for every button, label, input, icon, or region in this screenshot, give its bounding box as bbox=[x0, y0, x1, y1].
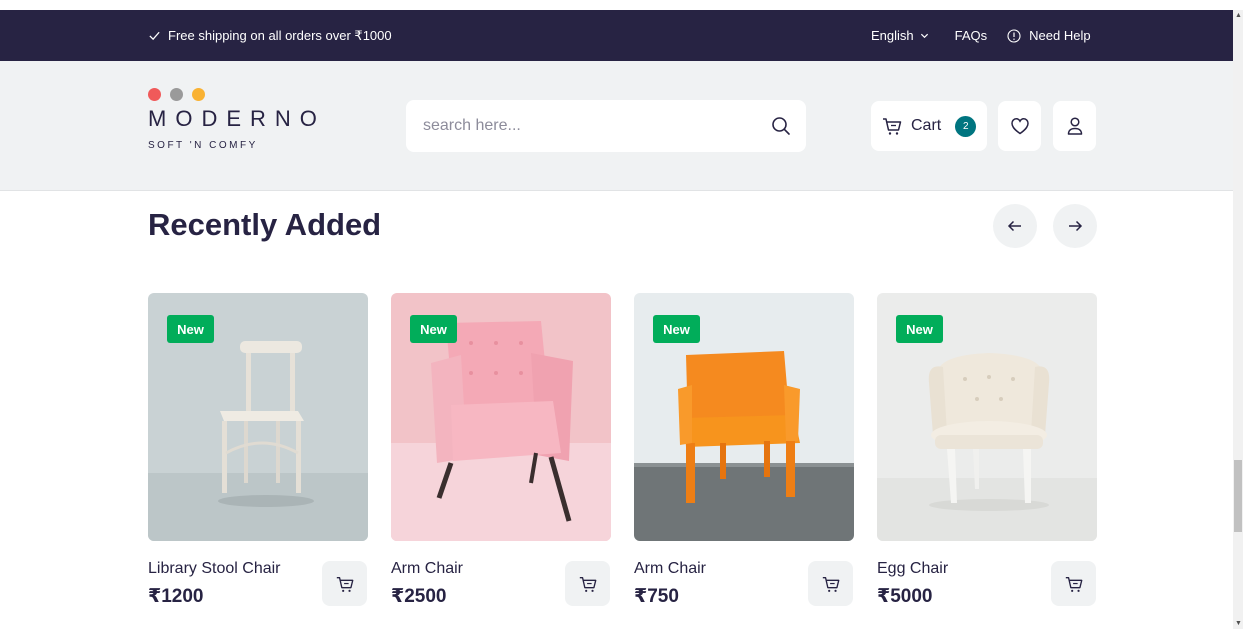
page-scrollbar[interactable]: ▲ ▼ bbox=[1233, 10, 1243, 629]
faqs-link[interactable]: FAQs bbox=[955, 28, 988, 43]
product-image[interactable]: New bbox=[877, 293, 1097, 541]
need-help-link[interactable]: Need Help bbox=[1007, 28, 1091, 43]
cart-icon bbox=[1065, 576, 1082, 592]
logo-dot-yellow bbox=[192, 88, 205, 101]
site-header: MODERNO SOFT 'N COMFY Cart 2 bbox=[0, 61, 1233, 191]
product-card[interactable]: New Arm Chair ₹750 bbox=[634, 293, 854, 607]
product-name[interactable]: Arm Chair bbox=[391, 560, 463, 578]
chevron-down-icon bbox=[920, 33, 928, 39]
scroll-up-arrow-icon[interactable]: ▲ bbox=[1235, 12, 1242, 19]
product-card[interactable]: New Library Stool Chair ₹1200 bbox=[148, 293, 368, 607]
product-image[interactable]: New bbox=[391, 293, 611, 541]
search-bar bbox=[406, 100, 806, 152]
search-icon[interactable] bbox=[771, 116, 791, 136]
new-badge: New bbox=[167, 315, 214, 343]
new-badge: New bbox=[410, 315, 457, 343]
logo-dot-gray bbox=[170, 88, 183, 101]
product-image[interactable]: New bbox=[148, 293, 368, 541]
brand-name: MODERNO bbox=[148, 106, 326, 131]
cart-button[interactable]: Cart 2 bbox=[871, 101, 987, 151]
product-price: ₹5000 bbox=[877, 586, 933, 607]
info-icon bbox=[1007, 28, 1021, 43]
product-card[interactable]: New Arm Chair ₹2500 bbox=[391, 293, 611, 607]
top-announcement-bar: Free shipping on all orders over ₹1000 E… bbox=[0, 10, 1233, 61]
logo-dots bbox=[148, 88, 326, 101]
product-price: ₹1200 bbox=[148, 586, 204, 607]
carousel-prev-button[interactable] bbox=[993, 204, 1037, 248]
cart-icon bbox=[822, 576, 839, 592]
logo-dot-red bbox=[148, 88, 161, 101]
scrollbar-thumb[interactable] bbox=[1234, 460, 1242, 532]
language-selector[interactable]: English bbox=[871, 28, 929, 43]
product-card[interactable]: New Egg Chair ₹5000 bbox=[877, 293, 1097, 607]
check-icon bbox=[149, 31, 160, 41]
cart-icon bbox=[883, 118, 902, 135]
new-badge: New bbox=[653, 315, 700, 343]
new-badge: New bbox=[896, 315, 943, 343]
carousel-next-button[interactable] bbox=[1053, 204, 1097, 248]
product-name[interactable]: Egg Chair bbox=[877, 560, 948, 578]
wishlist-button[interactable] bbox=[998, 101, 1041, 151]
cart-icon bbox=[336, 576, 353, 592]
product-price: ₹750 bbox=[634, 586, 679, 607]
arrow-right-icon bbox=[1069, 220, 1083, 232]
product-name[interactable]: Arm Chair bbox=[634, 560, 706, 578]
add-to-cart-button[interactable] bbox=[1051, 561, 1096, 606]
cart-icon bbox=[579, 576, 596, 592]
shipping-promo-text: Free shipping on all orders over ₹1000 bbox=[168, 27, 392, 43]
product-price: ₹2500 bbox=[391, 586, 447, 607]
product-image[interactable]: New bbox=[634, 293, 854, 541]
brand-tagline: SOFT 'N COMFY bbox=[148, 140, 258, 151]
scroll-down-arrow-icon[interactable]: ▼ bbox=[1235, 620, 1242, 627]
cart-label: Cart bbox=[911, 117, 942, 134]
arrow-left-icon bbox=[1007, 220, 1021, 232]
add-to-cart-button[interactable] bbox=[322, 561, 367, 606]
add-to-cart-button[interactable] bbox=[565, 561, 610, 606]
brand-logo[interactable]: MODERNO SOFT 'N COMFY bbox=[148, 88, 326, 151]
section-title: Recently Added bbox=[148, 207, 382, 242]
user-icon bbox=[1067, 117, 1082, 135]
language-label: English bbox=[871, 28, 914, 43]
cart-count-badge: 2 bbox=[955, 115, 977, 137]
account-button[interactable] bbox=[1053, 101, 1096, 151]
search-input[interactable] bbox=[423, 117, 753, 135]
heart-icon bbox=[1010, 118, 1029, 135]
shipping-promo: Free shipping on all orders over ₹1000 bbox=[148, 10, 392, 61]
add-to-cart-button[interactable] bbox=[808, 561, 853, 606]
product-name[interactable]: Library Stool Chair bbox=[148, 560, 281, 578]
need-help-label: Need Help bbox=[1029, 28, 1091, 43]
